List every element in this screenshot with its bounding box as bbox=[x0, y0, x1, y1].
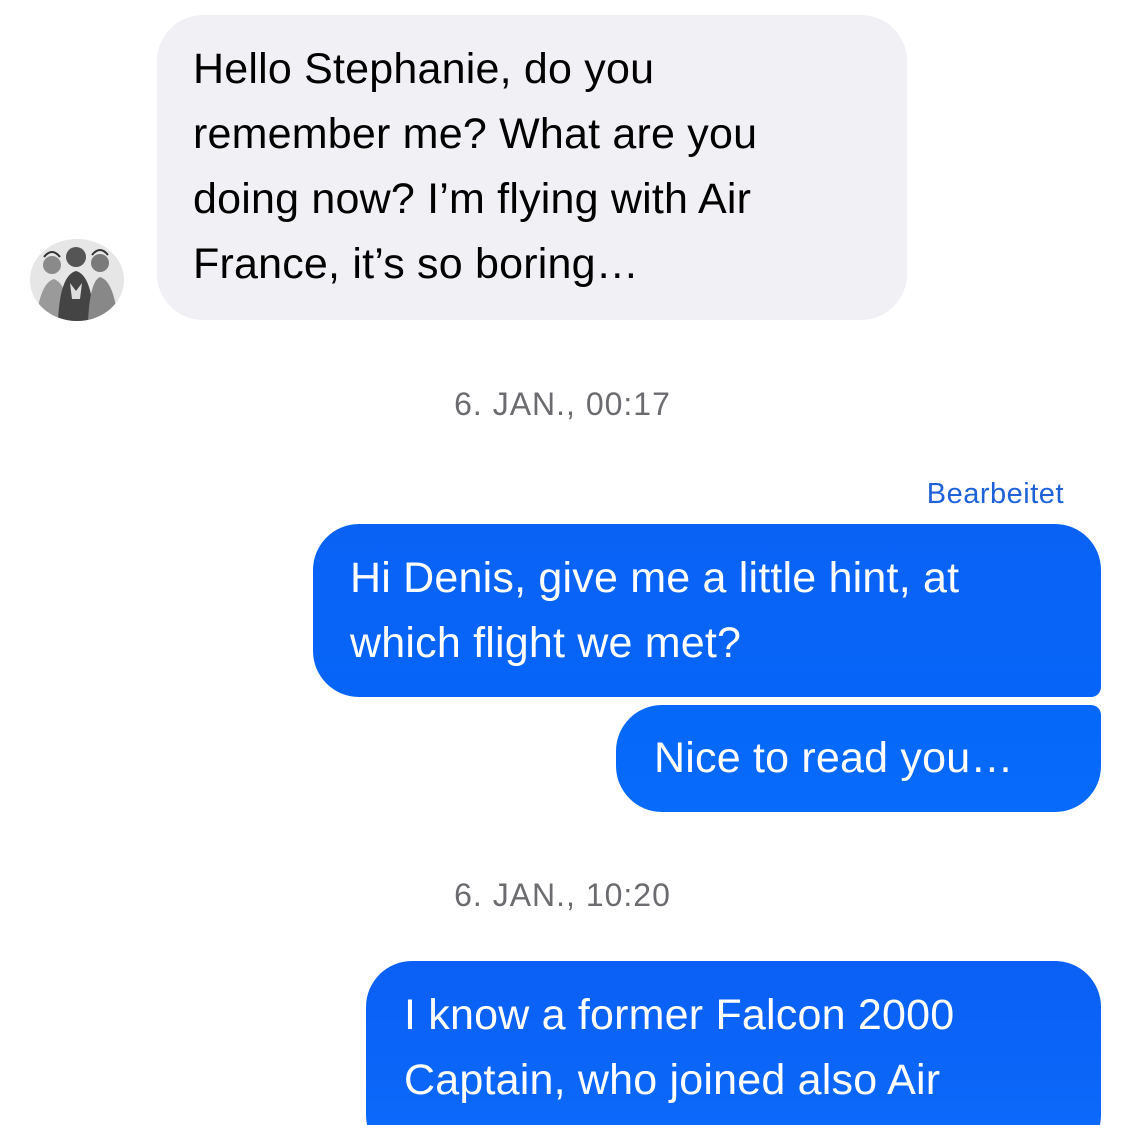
message-line: remember me? What are you bbox=[193, 110, 758, 158]
message-line: Hi Denis, give me a little hint, at bbox=[350, 554, 960, 602]
outgoing-message-bubble[interactable]: I know a former Falcon 2000 Captain, who… bbox=[366, 961, 1101, 1125]
edited-label: Bearbeitet bbox=[926, 478, 1064, 510]
timestamp: 6. JAN., 10:20 bbox=[454, 877, 671, 913]
message-thread: Hello Stephanie, do you remember me? Wha… bbox=[0, 0, 1125, 1125]
message-line: Captain, who joined also Air bbox=[404, 1056, 941, 1104]
message-line: Nice to read you… bbox=[654, 734, 1014, 782]
message-line: Hello Stephanie, do you bbox=[193, 45, 655, 93]
message-line: which flight we met? bbox=[350, 619, 742, 667]
message-line: doing now? I’m flying with Air bbox=[193, 175, 752, 223]
message-line: I know a former Falcon 2000 bbox=[404, 991, 955, 1039]
message-line: France, it’s so boring… bbox=[193, 240, 639, 288]
outgoing-message-bubble[interactable]: Nice to read you… bbox=[616, 705, 1101, 812]
timestamp: 6. JAN., 00:17 bbox=[454, 386, 671, 422]
contact-avatar-icon[interactable] bbox=[30, 239, 124, 321]
incoming-message-bubble[interactable]: Hello Stephanie, do you remember me? Wha… bbox=[157, 15, 907, 320]
outgoing-message-bubble[interactable]: Hi Denis, give me a little hint, at whic… bbox=[313, 524, 1101, 697]
